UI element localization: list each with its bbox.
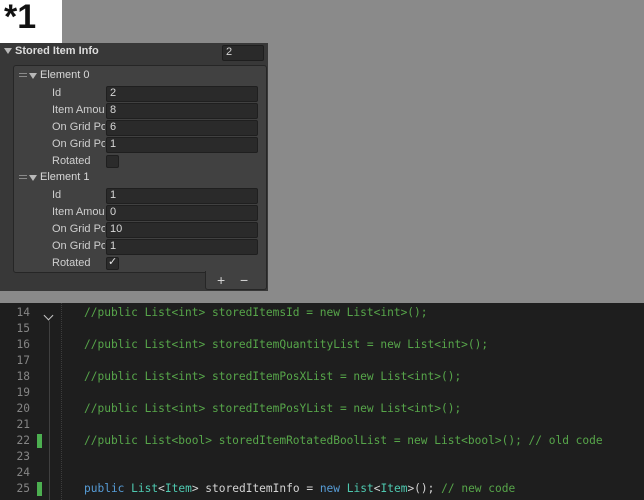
foldout-arrow-icon[interactable] [29,73,37,79]
list-elements: Element 0 Id 2 Item Amount 8 On Grid Pos… [13,65,267,273]
code-line[interactable]: //public List<bool> storedItemRotatedBoo… [84,434,603,447]
element-title: Element 0 [40,69,90,81]
list-footer: + − [205,271,267,290]
fold-range-line [49,321,50,500]
foldout-arrow-icon[interactable] [4,48,12,54]
grid-pos-x-field[interactable]: 6 [106,120,258,136]
item-amount-field[interactable]: 8 [106,103,258,119]
stored-item-info-header[interactable]: Stored Item Info 2 [0,43,268,61]
list-size-field[interactable]: 2 [222,45,264,61]
field-row: On Grid Pos X 6 [14,119,264,136]
id-field[interactable]: 2 [106,86,258,102]
line-number: 20 [16,402,30,415]
element-0-header[interactable]: Element 0 [14,68,264,84]
field-row: Id 1 [14,187,264,204]
field-row: Rotated ✓ [14,255,264,272]
code-editor[interactable]: 14 15 16 17 18 19 20 21 22 23 24 25 //pu… [0,303,644,500]
id-field[interactable]: 1 [106,188,258,204]
field-row: On Grid Pos Y 1 [14,136,264,153]
field-label: Item Amount [52,206,105,218]
line-number: 24 [16,466,30,479]
field-row: On Grid Pos X 10 [14,221,264,238]
add-element-button[interactable]: + [217,272,225,288]
field-label: Id [52,189,62,201]
field-row: Item Amount 0 [14,204,264,221]
element-title: Element 1 [40,171,90,183]
line-number: 18 [16,370,30,383]
line-number: 21 [16,418,30,431]
field-row: Id 2 [14,85,264,102]
line-number: 15 [16,322,30,335]
field-label: On Grid Pos Y [52,240,105,252]
grid-pos-y-field[interactable]: 1 [106,239,258,255]
rotated-checkbox[interactable]: ✓ [106,256,119,270]
code-line[interactable]: //public List<int> storedItemQuantityLis… [84,338,488,351]
field-label: Item Amount [52,104,105,116]
line-number: 25 [16,482,30,495]
line-number: 19 [16,386,30,399]
line-number: 17 [16,354,30,367]
drag-handle-icon[interactable] [19,73,27,74]
grid-pos-x-field[interactable]: 10 [106,222,258,238]
line-number: 16 [16,338,30,351]
field-row: Rotated [14,153,264,170]
annotation-text: *1 [4,0,37,36]
inspector-panel: Stored Item Info 2 Element 0 Id 2 Item A… [0,43,268,291]
code-line[interactable]: public List<Item> storedItemInfo = new L… [84,482,515,495]
foldout-arrow-icon[interactable] [29,175,37,181]
change-marker [37,434,42,448]
field-label: On Grid Pos X [52,121,105,133]
drag-handle-icon[interactable] [19,175,27,176]
field-label: Rotated [52,155,91,167]
rotated-checkbox[interactable] [106,155,119,168]
line-number: 22 [16,434,30,447]
field-label: On Grid Pos Y [52,138,105,150]
field-label: Id [52,87,62,99]
fold-chevron-icon[interactable] [43,310,54,321]
field-label: Rotated [52,257,91,269]
annotation-label: *1 [0,0,62,43]
code-line[interactable]: //public List<int> storedItemPosXList = … [84,370,461,383]
grid-pos-y-field[interactable]: 1 [106,137,258,153]
remove-element-button[interactable]: − [240,272,248,288]
element-1-header[interactable]: Element 1 [14,170,264,186]
line-number: 23 [16,450,30,463]
code-line[interactable]: //public List<int> storedItemsId = new L… [84,306,428,319]
line-number: 14 [16,306,30,319]
indent-guide [61,303,63,500]
list-title: Stored Item Info [15,45,99,57]
field-row: On Grid Pos Y 1 [14,238,264,255]
change-marker [37,482,42,496]
code-line[interactable]: //public List<int> storedItemPosYList = … [84,402,461,415]
field-label: On Grid Pos X [52,223,105,235]
field-row: Item Amount 8 [14,102,264,119]
item-amount-field[interactable]: 0 [106,205,258,221]
